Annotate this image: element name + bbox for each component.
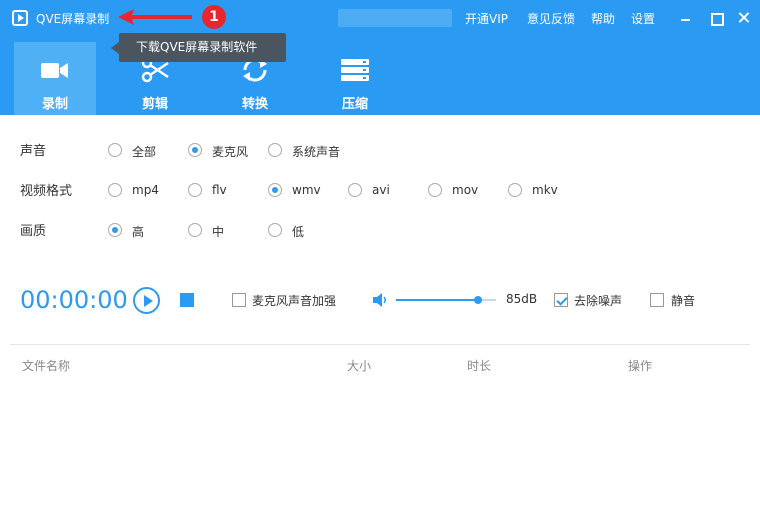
radio-format-mp4[interactable]	[108, 183, 122, 197]
tab-convert-label: 转换	[241, 97, 268, 112]
close-icon[interactable]	[736, 10, 752, 26]
search-box[interactable]	[338, 9, 452, 27]
mute-checkbox[interactable]	[650, 293, 664, 307]
radio-quality-medium[interactable]	[188, 223, 202, 237]
tab-record[interactable]: 录制	[14, 42, 96, 115]
radio-sound-all[interactable]	[108, 143, 122, 157]
radio-format-mov-label: mov	[452, 183, 479, 197]
radio-format-avi-label: avi	[372, 183, 390, 197]
radio-quality-high[interactable]	[108, 223, 122, 237]
app-logo-icon	[12, 10, 28, 26]
radio-format-wmv-label: wmv	[292, 183, 321, 197]
radio-sound-system[interactable]	[268, 143, 282, 157]
radio-format-avi[interactable]	[348, 183, 362, 197]
tab-compress-label: 压缩	[341, 97, 368, 112]
download-tooltip: 下载QVE屏幕录制软件	[111, 33, 286, 62]
denoise-checkbox[interactable]	[554, 293, 568, 307]
column-header-actions: 操作	[628, 359, 653, 373]
volume-slider-fill	[396, 299, 478, 301]
mute-label: 静音	[671, 294, 696, 308]
help-link[interactable]: 帮助	[591, 10, 615, 27]
column-header-duration: 时长	[467, 359, 492, 373]
speaker-icon[interactable]	[372, 292, 388, 308]
minimize-icon[interactable]	[678, 10, 694, 26]
annotation-badge: 1	[202, 5, 226, 29]
radio-sound-mic[interactable]	[188, 143, 202, 157]
quality-label: 画质	[20, 224, 47, 239]
radio-sound-mic-label: 麦克风	[212, 145, 249, 159]
settings-link[interactable]: 设置	[631, 10, 655, 27]
maximize-icon[interactable]	[708, 10, 724, 26]
radio-format-mkv[interactable]	[508, 183, 522, 197]
tab-compress[interactable]: 压缩	[314, 42, 396, 115]
column-header-size: 大小	[347, 359, 372, 373]
vip-link[interactable]: 开通VIP	[465, 10, 508, 27]
radio-format-flv-label: flv	[212, 183, 227, 197]
annotation-arrow-icon	[118, 9, 192, 25]
stop-button[interactable]	[180, 293, 194, 307]
volume-db-value: 85dB	[506, 292, 538, 306]
video-camera-icon	[41, 63, 68, 78]
radio-format-mp4-label: mp4	[132, 183, 159, 197]
column-header-filename: 文件名称	[22, 359, 71, 373]
radio-sound-system-label: 系统声音	[292, 145, 341, 159]
play-button[interactable]	[133, 287, 160, 314]
mic-boost-label: 麦克风声音加强	[252, 294, 337, 308]
radio-format-wmv[interactable]	[268, 183, 282, 197]
radio-quality-high-label: 高	[132, 225, 145, 239]
compress-icon	[341, 59, 369, 81]
app-title: QVE屏幕录制	[36, 12, 110, 26]
radio-quality-low-label: 低	[292, 225, 305, 239]
format-label: 视频格式	[20, 184, 73, 199]
mic-boost-checkbox[interactable]	[232, 293, 246, 307]
tab-edit-label: 剪辑	[141, 97, 168, 112]
volume-slider[interactable]	[396, 296, 496, 304]
sound-label: 声音	[20, 144, 47, 159]
radio-sound-all-label: 全部	[132, 145, 157, 159]
title-bar: QVE屏幕录制 1 开通VIP 意见反馈 帮助 设置	[0, 0, 760, 36]
radio-format-flv[interactable]	[188, 183, 202, 197]
radio-quality-medium-label: 中	[212, 225, 225, 239]
header-bar: QVE屏幕录制 1 开通VIP 意见反馈 帮助 设置 录制 剪辑 转换 压缩	[0, 0, 760, 115]
denoise-label: 去除噪声	[574, 294, 623, 308]
volume-slider-knob[interactable]	[474, 296, 482, 304]
record-timer: 00:00:00	[20, 286, 128, 314]
table-divider	[10, 344, 750, 345]
radio-format-mkv-label: mkv	[532, 183, 558, 197]
radio-format-mov[interactable]	[428, 183, 442, 197]
tab-record-label: 录制	[41, 97, 68, 112]
feedback-link[interactable]: 意见反馈	[527, 10, 575, 27]
radio-quality-low[interactable]	[268, 223, 282, 237]
